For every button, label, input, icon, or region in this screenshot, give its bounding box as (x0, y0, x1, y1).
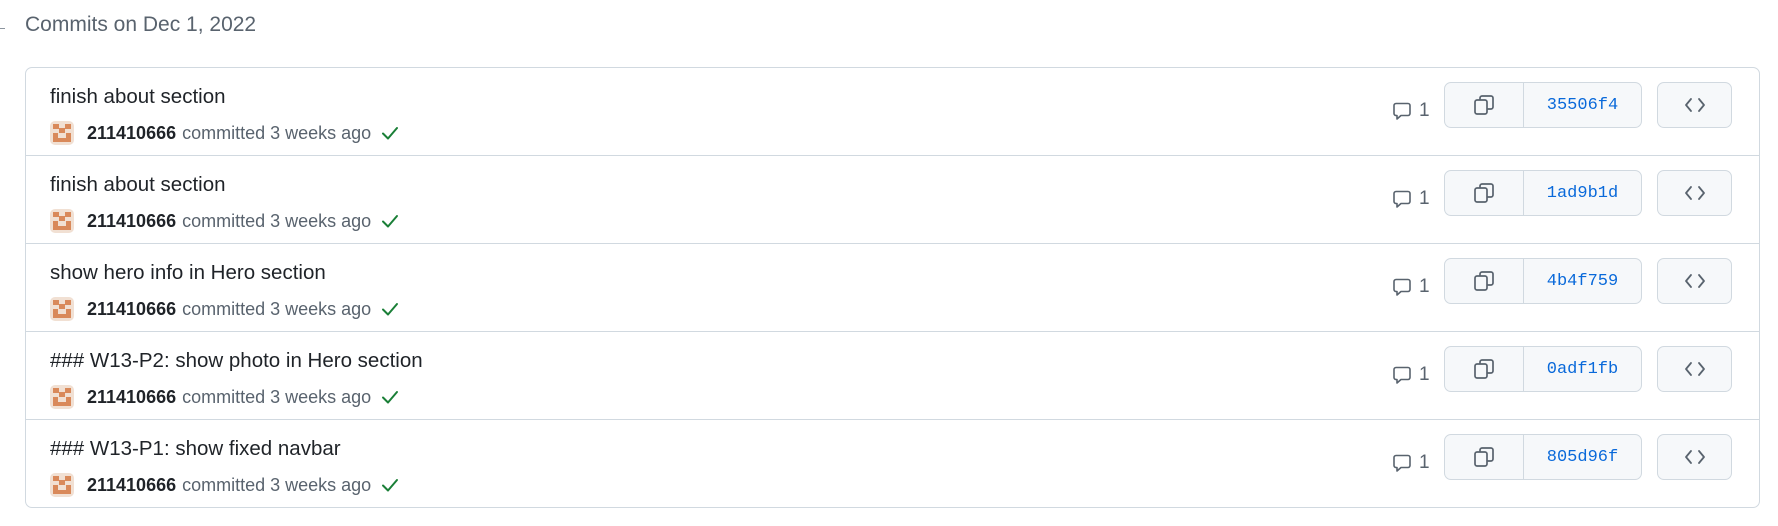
comment-count: 1 (1419, 364, 1430, 385)
copy-icon (1474, 183, 1494, 203)
check-icon[interactable] (380, 123, 400, 143)
copy-icon (1474, 95, 1494, 115)
comment-icon (1393, 102, 1411, 120)
code-icon (1684, 98, 1705, 112)
copy-sha-button[interactable] (1445, 171, 1524, 215)
check-icon[interactable] (380, 299, 400, 319)
commit-sha-link[interactable]: 35506f4 (1524, 83, 1641, 127)
commit-row: ### W13-P2: show photo in Hero section 2… (26, 331, 1759, 419)
commit-title-link[interactable]: finish about section (50, 85, 226, 109)
commit-meta: 211410666 committed 3 weeks ago (50, 294, 400, 324)
comment-count-link[interactable]: 1 (1392, 100, 1430, 122)
comment-count-link[interactable]: 1 (1392, 188, 1430, 210)
commit-meta: 211410666 committed 3 weeks ago (50, 382, 400, 412)
sha-button-group: 0adf1fb (1444, 346, 1642, 392)
code-icon (1684, 450, 1705, 464)
commit-sha-link[interactable]: 0adf1fb (1524, 347, 1641, 391)
comment-count-link[interactable]: 1 (1392, 276, 1430, 298)
comment-count: 1 (1419, 276, 1430, 297)
commit-time-text: committed 3 weeks ago (182, 474, 372, 495)
comment-count: 1 (1419, 188, 1430, 209)
commit-title-link[interactable]: show hero info in Hero section (50, 261, 326, 285)
commit-row: show hero info in Hero section 211410666… (26, 243, 1759, 331)
sha-button-group: 4b4f759 (1444, 258, 1642, 304)
browse-repo-button[interactable] (1657, 258, 1732, 304)
sha-button-group: 1ad9b1d (1444, 170, 1642, 216)
sha-button-group: 805d96f (1444, 434, 1642, 480)
sha-button-group: 35506f4 (1444, 82, 1642, 128)
comment-icon (1393, 454, 1411, 472)
copy-sha-button[interactable] (1445, 435, 1524, 479)
comment-icon (1393, 278, 1411, 296)
copy-sha-button[interactable] (1445, 259, 1524, 303)
commit-meta: 211410666 committed 3 weeks ago (50, 206, 400, 236)
copy-icon (1474, 271, 1494, 291)
commit-row: finish about section 211410666 committed… (26, 68, 1759, 155)
identicon-avatar[interactable] (50, 297, 74, 321)
identicon-avatar[interactable] (50, 385, 74, 409)
commit-time-text: committed 3 weeks ago (182, 210, 372, 231)
copy-sha-button[interactable] (1445, 347, 1524, 391)
commit-row: ### W13-P1: show fixed navbar 211410666 … (26, 419, 1759, 507)
check-icon[interactable] (380, 475, 400, 495)
code-icon (1684, 186, 1705, 200)
identicon-avatar[interactable] (50, 209, 74, 233)
comment-count-link[interactable]: 1 (1392, 364, 1430, 386)
commit-title-link[interactable]: ### W13-P1: show fixed navbar (50, 437, 341, 461)
commit-time-text: committed 3 weeks ago (182, 386, 372, 407)
commit-sha-link[interactable]: 1ad9b1d (1524, 171, 1641, 215)
comment-icon (1393, 190, 1411, 208)
commit-author-link[interactable]: 211410666 (87, 387, 176, 408)
commit-row: finish about section 211410666 committed… (26, 155, 1759, 243)
comment-icon (1393, 366, 1411, 384)
code-icon (1684, 362, 1705, 376)
commit-author-link[interactable]: 211410666 (87, 475, 176, 496)
timeline-marker (0, 28, 5, 29)
commit-author-link[interactable]: 211410666 (87, 123, 176, 144)
identicon-avatar[interactable] (50, 121, 74, 145)
comment-count: 1 (1419, 100, 1430, 121)
commit-author-link[interactable]: 211410666 (87, 299, 176, 320)
check-icon[interactable] (380, 387, 400, 407)
comment-count: 1 (1419, 452, 1430, 473)
check-icon[interactable] (380, 211, 400, 231)
browse-repo-button[interactable] (1657, 82, 1732, 128)
commit-sha-link[interactable]: 4b4f759 (1524, 259, 1641, 303)
copy-sha-button[interactable] (1445, 83, 1524, 127)
commit-time-text: committed 3 weeks ago (182, 122, 372, 143)
browse-repo-button[interactable] (1657, 434, 1732, 480)
browse-repo-button[interactable] (1657, 170, 1732, 216)
browse-repo-button[interactable] (1657, 346, 1732, 392)
commit-meta: 211410666 committed 3 weeks ago (50, 118, 400, 148)
comment-count-link[interactable]: 1 (1392, 452, 1430, 474)
copy-icon (1474, 359, 1494, 379)
commit-title-link[interactable]: finish about section (50, 173, 226, 197)
commit-author-link[interactable]: 211410666 (87, 211, 176, 232)
commit-time-text: committed 3 weeks ago (182, 298, 372, 319)
commit-sha-link[interactable]: 805d96f (1524, 435, 1641, 479)
code-icon (1684, 274, 1705, 288)
copy-icon (1474, 447, 1494, 467)
commit-group-title: Commits on Dec 1, 2022 (25, 13, 257, 36)
identicon-avatar[interactable] (50, 473, 74, 497)
commit-list: finish about section 211410666 committed… (25, 67, 1760, 508)
commit-title-link[interactable]: ### W13-P2: show photo in Hero section (50, 349, 423, 373)
commit-meta: 211410666 committed 3 weeks ago (50, 470, 400, 500)
